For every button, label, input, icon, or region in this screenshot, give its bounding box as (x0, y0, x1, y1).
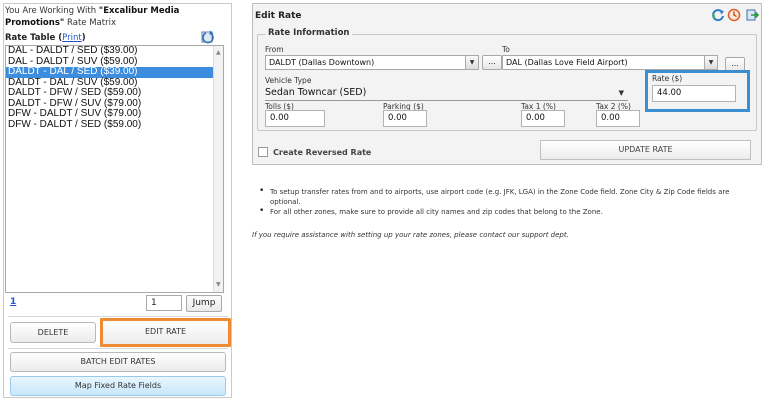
working-prefix: You Are Working With (5, 6, 99, 16)
divider (8, 348, 228, 349)
create-reversed-rate-checkbox[interactable] (258, 147, 268, 157)
support-note: If you require assistance with setting u… (252, 231, 569, 239)
create-reversed-rate-label[interactable]: Create Reversed Rate (273, 148, 371, 157)
refresh-icon[interactable] (201, 30, 217, 44)
rate-list-item[interactable]: DFW - DALDT / SED ($59.00) (6, 119, 223, 131)
from-select[interactable]: DALDT (Dallas Downtown) ▼ (265, 55, 479, 70)
scroll-up-arrow-icon[interactable]: ▲ (216, 49, 221, 57)
history-icon[interactable] (727, 8, 741, 22)
list-scrollbar[interactable]: ▲ ▼ (213, 46, 223, 292)
rate-information-legend: Rate Information (265, 28, 353, 38)
from-lookup-button[interactable]: ... (482, 55, 502, 70)
rate-list-item[interactable]: DFW - DALDT / SUV ($79.00) (6, 108, 223, 120)
update-rate-button[interactable]: UPDATE RATE (540, 140, 751, 160)
exit-icon[interactable] (745, 8, 760, 22)
print-link[interactable]: Print (62, 33, 82, 43)
tax2-input[interactable]: 0.00 (596, 110, 640, 127)
tax1-input[interactable]: 0.00 (521, 110, 565, 127)
note-airports: To setup transfer rates from and to airp… (270, 188, 730, 206)
map-fixed-rate-fields-button[interactable]: Map Fixed Rate Fields (10, 376, 226, 396)
rate-table-list[interactable]: DAL - DALDT / SED ($39.00) DAL - DALDT /… (5, 45, 224, 293)
working-with-header: You Are Working With "Excalibur Media Pr… (5, 5, 205, 29)
chevron-down-icon: ▼ (465, 56, 478, 69)
scroll-down-arrow-icon[interactable]: ▼ (216, 281, 221, 289)
chevron-down-icon: ▼ (618, 89, 624, 97)
page-number-input[interactable]: 1 (146, 295, 182, 311)
rate-list-item[interactable]: DALDT - DFW / SED ($59.00) (6, 87, 223, 99)
bullet-icon: • (259, 186, 265, 196)
rate-table-close: ) (81, 33, 86, 43)
vehicle-type-label: Vehicle Type (265, 76, 312, 85)
jump-button[interactable]: Jump (186, 295, 222, 312)
edit-rate-title: Edit Rate (255, 11, 302, 21)
to-select-value: DAL (Dallas Love Field Airport) (506, 58, 628, 67)
page-link[interactable]: 1 (10, 297, 16, 307)
chevron-down-icon: ▼ (704, 56, 717, 69)
edit-rate-button[interactable]: EDIT RATE (100, 318, 231, 347)
vehicle-type-select[interactable]: Sedan Towncar (SED) ▼ (265, 86, 628, 101)
rate-list-item-selected[interactable]: DALDT - DAL / SED ($39.00) (6, 66, 223, 78)
batch-edit-rates-button[interactable]: BATCH EDIT RATES (10, 352, 226, 372)
bullet-icon: • (259, 206, 265, 216)
to-select[interactable]: DAL (Dallas Love Field Airport) ▼ (502, 55, 718, 70)
rate-input[interactable]: 44.00 (652, 85, 736, 102)
delete-button[interactable]: DELETE (10, 322, 96, 343)
from-select-value: DALDT (Dallas Downtown) (269, 58, 375, 67)
tolls-input[interactable]: 0.00 (265, 110, 325, 127)
refresh-icon[interactable] (711, 8, 725, 22)
divider (8, 316, 228, 317)
vehicle-type-value: Sedan Towncar (SED) (265, 87, 367, 98)
note-other-zones: For all other zones, make sure to provid… (270, 208, 603, 216)
rate-list-item[interactable]: DAL - DALDT / SED ($39.00) (6, 46, 223, 57)
rate-label: Rate ($) (652, 74, 683, 83)
matrix-suffix: Rate Matrix (64, 18, 116, 28)
parking-input[interactable]: 0.00 (383, 110, 427, 127)
rate-table-label: Rate Table (Print) (5, 33, 86, 43)
rate-table-text: Rate Table ( (5, 33, 63, 43)
to-label: To (502, 45, 510, 54)
from-label: From (265, 45, 284, 54)
